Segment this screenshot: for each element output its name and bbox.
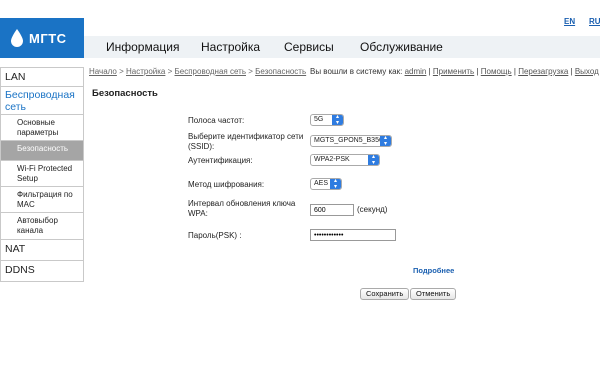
auth-select[interactable]: WPA2-PSK ▴ ▾ [310,154,380,166]
sidebar-subitem-security[interactable]: Безопасность [0,141,84,161]
sidebar: LAN Беспроводная сеть Основные параметры… [0,67,84,282]
page-title: Безопасность [92,88,158,99]
interval-label: Интервал обновления ключа WPA: [188,199,296,218]
ssid-value: MGTS_GPON5_B356 [314,137,383,144]
drop-icon [11,29,23,47]
cipher-label: Метод шифрования: [188,180,265,189]
help-link[interactable]: Помощь [481,67,512,76]
sidebar-subitem-channel[interactable]: Автовыбор канала [0,213,84,240]
status-bar: Вы вошли в систему как: admin | Применит… [310,67,599,76]
sidebar-item-nat[interactable]: NAT [0,240,84,261]
logout-link[interactable]: Выход [575,67,599,76]
psk-input[interactable] [310,229,396,241]
cipher-value: AES [314,180,329,187]
lang-ru-link[interactable]: RU [589,17,600,26]
breadcrumb: Начало > Настройка > Беспроводная сеть >… [89,67,307,76]
sidebar-subitem-basic[interactable]: Основные параметры [0,115,84,141]
brand-logo: МГТС [0,18,84,58]
brand-name: МГТС [29,30,67,46]
ssid-label: Выберите идентификатор сети (SSID): [188,132,304,151]
apply-link[interactable]: Применить [433,67,474,76]
reboot-link[interactable]: Перезагрузка [518,67,568,76]
breadcrumb-settings[interactable]: Настройка [126,67,165,76]
band-select[interactable]: 5G ▴ ▾ [310,114,344,126]
psk-label: Пароль(PSK) : [188,231,242,240]
select-arrows-icon: ▴ ▾ [368,155,379,165]
nav-maintenance[interactable]: Обслуживание [360,40,443,54]
more-link[interactable]: Подробнее [413,266,454,275]
select-arrows-icon: ▴ ▾ [330,179,341,189]
sidebar-subitem-mac-filter[interactable]: Фильтрация по MAC [0,187,84,213]
interval-input[interactable] [310,204,354,216]
auth-value: WPA2-PSK [314,156,350,163]
band-value: 5G [314,116,324,123]
breadcrumb-home[interactable]: Начало [89,67,117,76]
ssid-select[interactable]: MGTS_GPON5_B356 ▴ ▾ [310,135,392,147]
logged-in-label: Вы вошли в систему как: [310,67,403,76]
save-button[interactable]: Сохранить [360,288,410,300]
cipher-select[interactable]: AES ▴ ▾ [310,178,342,190]
interval-unit: (секунд) [357,205,388,214]
sidebar-item-lan[interactable]: LAN [0,67,84,87]
breadcrumb-security[interactable]: Безопасность [255,67,306,76]
breadcrumb-wireless[interactable]: Беспроводная сеть [175,67,246,76]
nav-settings[interactable]: Настройка [201,40,260,54]
sidebar-item-wireless[interactable]: Беспроводная сеть [0,87,84,115]
nav-info[interactable]: Информация [106,40,179,54]
sidebar-item-ddns[interactable]: DDNS [0,261,84,282]
select-arrows-icon: ▴ ▾ [332,115,343,125]
band-label: Полоса частот: [188,116,245,125]
lang-en-link[interactable]: EN [564,17,575,26]
sidebar-subitem-wps[interactable]: Wi-Fi Protected Setup [0,161,84,187]
top-navigation: Информация Настройка Сервисы Обслуживани… [84,36,600,58]
auth-label: Аутентификация: [188,156,253,165]
nav-services[interactable]: Сервисы [284,40,334,54]
select-arrows-icon: ▴ ▾ [380,136,391,146]
user-link[interactable]: admin [405,67,427,76]
cancel-button[interactable]: Отменить [410,288,457,300]
